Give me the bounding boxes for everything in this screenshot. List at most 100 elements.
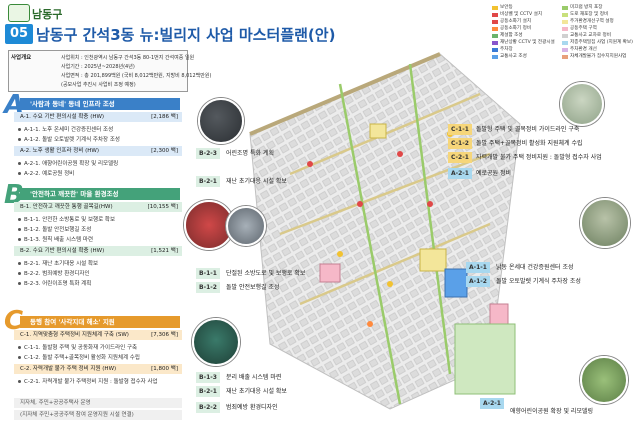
map-code: A-1-1 xyxy=(466,262,490,273)
map-desc: 분리 배출 시스템 마련 xyxy=(226,374,282,381)
section-c-title: 동행 참여 '사각지대 해소' 지원 xyxy=(20,316,180,328)
legend-label: 공동주택 구역 xyxy=(570,26,597,31)
section-c-sub1-label: C-1. 지역맞춤형 주택정비 지원체계 구축 (SW) xyxy=(20,332,129,338)
legend-swatch xyxy=(492,48,498,52)
highlight-building xyxy=(419,248,447,272)
map-desc: 돌발형 주택 및 골목정비 가이드라인 구축 xyxy=(476,126,580,133)
list-item: C-1-2. 돌발 주택+골목정비 활성화 지원체계 수립 xyxy=(18,353,140,361)
section-a-sub1: A-1. 수요 기반 편의시설 확충 (HW) [2,186 백] xyxy=(14,112,182,122)
map-desc: 애향어린이공원 확장 및 리모델링 xyxy=(510,408,594,415)
list-item: B-1-2. 돌발 안전보행길 조성 xyxy=(18,225,91,233)
section-a-sub1-label: A-1. 수요 기반 편의시설 확충 (HW) xyxy=(20,114,105,120)
highlight-building xyxy=(319,263,341,283)
map-code: B-2-3 xyxy=(196,148,220,159)
overview-line: 사업위치 : 인천광역시 남동구 간석3동 80-1번지 간석여중 일원 xyxy=(61,55,195,61)
cctv-marker xyxy=(397,151,403,157)
photo-waste-system xyxy=(192,318,240,366)
legend-swatch xyxy=(562,55,568,59)
map-code: B-2-1 xyxy=(196,176,220,187)
map-code: B-1-1 xyxy=(196,268,220,279)
map-code: B-2-2 xyxy=(196,402,220,413)
photo-health-center xyxy=(580,198,630,248)
section-c-sub2-amount: [1,800 백] xyxy=(151,366,178,372)
section-b-sub2-amount: [1,521 백] xyxy=(151,248,178,254)
cctv-marker xyxy=(307,161,313,167)
legend-label: 비상벨 및 CCTV 설치 xyxy=(500,12,543,17)
section-b-sub1: B-1. 안전하고 깨끗한 통행 골목길(HW) [10,155 백] xyxy=(14,202,182,212)
list-item: A-2-1. 애향어린이공원 확장 및 리모델링 xyxy=(18,159,118,167)
map-desc: 단절된 소방도로 및 보행로 확보 xyxy=(226,270,306,277)
legend-swatch xyxy=(492,20,498,24)
legend-label: 재난상황 CCTV 및 전광시설 xyxy=(500,40,555,45)
list-item: B-2-1. 재난 초기대응 시설 확보 xyxy=(18,259,98,267)
map-code: A-1-2 xyxy=(466,276,490,287)
legend-label: 제설함 조성 xyxy=(500,33,523,38)
section-a-sub2: A-2. 노후 생활 인프라 정비 (HW) [2,300 백] xyxy=(14,146,182,156)
section-c-sub1-amount: [7,306 백] xyxy=(151,332,178,338)
map-code: B-1-2 xyxy=(196,282,220,293)
section-a-sub2-amount: [2,300 백] xyxy=(151,148,178,154)
list-item: B-1-1. 안전한 소방통로 및 보행로 확보 xyxy=(18,215,115,223)
legend-swatch xyxy=(562,13,568,17)
list-item: A-2-2. 예로공원 정비 xyxy=(18,169,74,177)
list-item: C-1-1. 돌발형 주택 및 공동화재 가이드라인 구축 xyxy=(18,343,137,351)
legend-swatch xyxy=(492,34,498,38)
legend-label: 주차장 xyxy=(500,47,513,52)
light-marker xyxy=(387,281,393,287)
overview-line: (공모사업 추진시 사업비 조정 예정) xyxy=(61,82,136,88)
list-item: A-1-2. 돌발 오토발렛 기계식 주차장 조성 xyxy=(18,135,120,143)
legend-label: 주거환경개선구역 설정 xyxy=(570,19,614,24)
logo-text: 남동구 xyxy=(32,8,63,21)
legend-label: 도로 재포장 및 정비 xyxy=(570,12,609,17)
legend-swatch xyxy=(492,6,498,10)
overview-line: 사업면적 : 총 201,899백원 (국비 8,012백만원, 지방비 8,0… xyxy=(61,73,212,79)
map-code: C-2-1 xyxy=(448,152,472,163)
page-number: 05 xyxy=(5,24,33,44)
legend-label: 자체개발불가 집수지지원사업 xyxy=(570,54,627,59)
legend-swatch xyxy=(492,41,498,45)
map-code: B-1-3 xyxy=(196,372,220,383)
light-marker xyxy=(337,251,343,257)
map-code: A-2-1 xyxy=(480,398,504,409)
list-item: B-2-2. 범죄예방 환경디자인 xyxy=(18,269,90,277)
map-desc: 돌발 오토발렛 기계식 주차장 조성 xyxy=(496,278,581,285)
legend-swatch xyxy=(562,20,568,24)
list-item: C-2-1. 자력개발 불가 주택정비 지원 : 돌발형 접수자 사업 xyxy=(18,377,158,385)
section-b-sub2: B-2. 수요 기반 편의시설 확충 (HW) [1,521 백] xyxy=(14,246,182,256)
highlight-building xyxy=(369,123,387,139)
legend-swatch xyxy=(562,41,568,45)
legend-label: 공동소화기 설치 xyxy=(500,19,532,24)
section-b-sub1-amount: [10,155 백] xyxy=(147,204,178,210)
legend-swatch xyxy=(562,34,568,38)
section-a-title: '사람과 동네' 동네 인프라 조성 xyxy=(20,98,180,110)
map-code: C-1-2 xyxy=(448,138,472,149)
section-b-sub1-label: B-1. 안전하고 깨끗한 통행 골목길(HW) xyxy=(20,204,113,210)
map-desc: 예로공원 정비 xyxy=(476,170,512,177)
map-desc: 돌발 주택+골목정비 활성화 지원체계 수립 xyxy=(476,140,583,147)
overview-label: 사업개요 xyxy=(11,55,32,61)
legend-label: 공동소화기 정비 xyxy=(500,26,532,31)
list-item: B-1-3. 원칙 배출 시스템 마련 xyxy=(18,235,93,243)
map-code: B-2-1 xyxy=(196,386,220,397)
list-item: B-2-3. 어린이조명 특화 계획 xyxy=(18,279,91,287)
photo-park xyxy=(580,356,628,404)
section-c-sub1: C-1. 지역맞춤형 주택정비 지원체계 구축 (SW) [7,306 백] xyxy=(14,330,182,340)
cctv-marker xyxy=(357,201,363,207)
map-desc: 돌발 안전보행길 조성 xyxy=(226,284,280,291)
legend: 보안등 비상벨 및 CCTV 설치 공동소화기 설치 공동소화기 정비 제설함 … xyxy=(490,4,635,66)
legend-swatch xyxy=(492,55,498,59)
legend-label: 미끄럼 방지 포장 xyxy=(570,5,603,10)
legend-label: 교통사고 교차로 정비 xyxy=(570,33,611,38)
legend-label: 교통사고 조성 xyxy=(500,54,527,59)
photo-building xyxy=(560,82,604,126)
legend-label: 보안등 xyxy=(500,5,513,10)
map-desc: 낡동 온세대 건강증원센터 조성 xyxy=(496,264,574,271)
legend-swatch xyxy=(562,27,568,31)
map-desc: 재난 초기대응 시설 확보 xyxy=(226,178,287,185)
legend-swatch xyxy=(562,6,568,10)
map-desc: 자력개발 불가 주택 정비지원 : 돌발형 접수자 사업 xyxy=(476,154,602,161)
overview-box: 사업개요 사업위치 : 인천광역시 남동구 간석3동 80-1번지 간석여중 일… xyxy=(8,50,211,92)
map-desc: 범죄예방 환경디자인 xyxy=(226,404,278,411)
photo-night-street xyxy=(198,98,244,144)
legend-swatch xyxy=(492,27,498,31)
